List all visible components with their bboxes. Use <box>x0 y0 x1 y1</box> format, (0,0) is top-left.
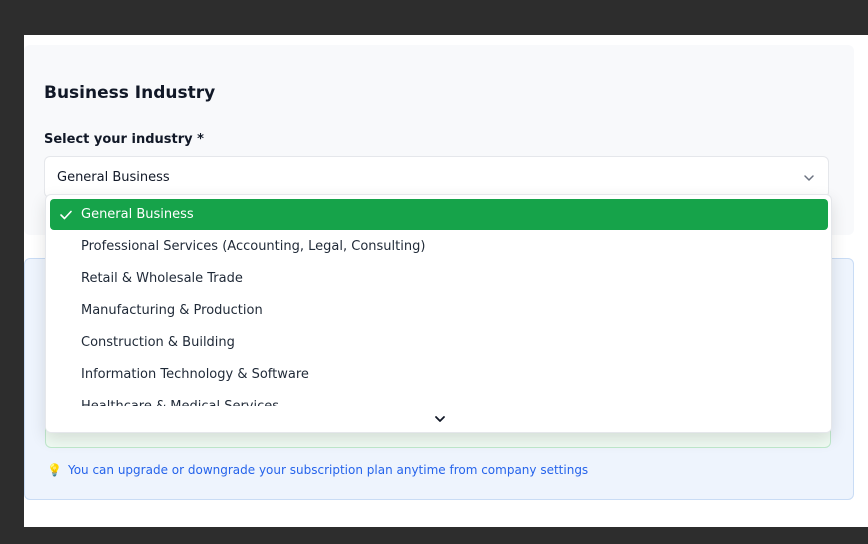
industry-option[interactable]: General Business <box>50 199 828 230</box>
check-icon <box>60 210 72 220</box>
industry-option-label: Manufacturing & Production <box>81 303 263 318</box>
industry-select-value: General Business <box>57 170 170 185</box>
chevron-down-icon <box>804 175 814 181</box>
industry-option-label: Professional Services (Accounting, Legal… <box>81 239 426 254</box>
plan-hint-text: You can upgrade or downgrade your subscr… <box>67 463 589 477</box>
lightbulb-icon: 💡 <box>47 463 62 477</box>
industry-option-label: Construction & Building <box>81 335 235 350</box>
plan-hint: 💡 You can upgrade or downgrade your subsc… <box>47 463 588 477</box>
industry-option[interactable]: Professional Services (Accounting, Legal… <box>50 231 828 262</box>
industry-field-label: Select your industry * <box>44 132 204 147</box>
industry-option[interactable]: Construction & Building <box>50 327 828 358</box>
industry-option-label: General Business <box>81 207 194 222</box>
chevron-down-icon <box>435 416 445 422</box>
section-title: Business Industry <box>44 83 216 103</box>
industry-option[interactable]: Retail & Wholesale Trade <box>50 263 828 294</box>
industry-option[interactable]: Manufacturing & Production <box>50 295 828 326</box>
industry-select[interactable]: General Business <box>44 156 829 198</box>
industry-option-label: Information Technology & Software <box>81 367 309 382</box>
scroll-down-button[interactable] <box>46 406 831 432</box>
industry-option[interactable]: Information Technology & Software <box>50 359 828 390</box>
industry-dropdown-list[interactable]: General Business Professional Services (… <box>45 194 832 433</box>
industry-option-label: Retail & Wholesale Trade <box>81 271 243 286</box>
